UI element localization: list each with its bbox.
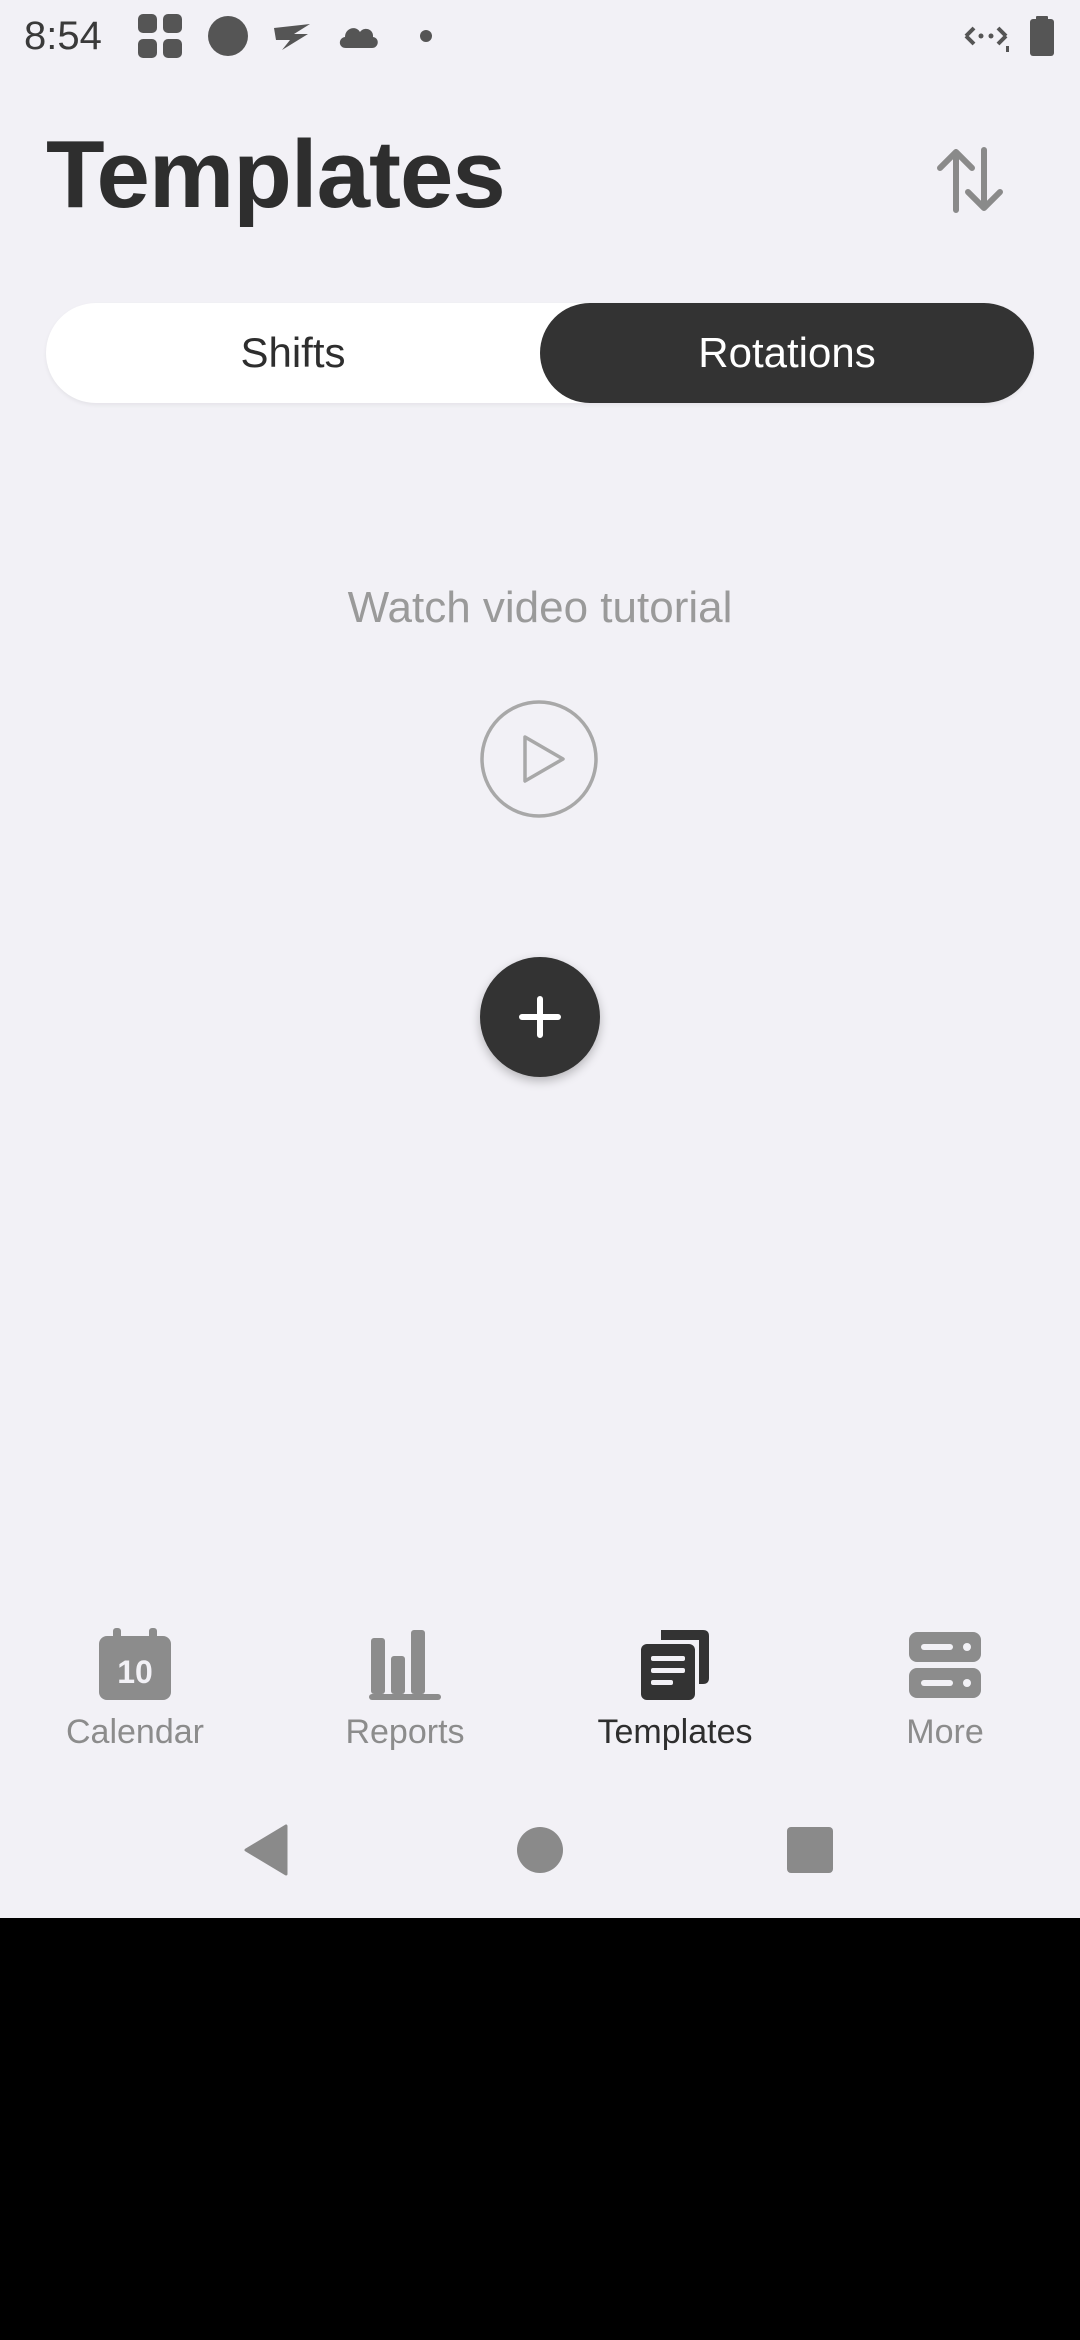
page-title: Templates	[46, 121, 506, 228]
cloud-icon	[339, 28, 378, 48]
nav-label-templates: Templates	[597, 1713, 753, 1751]
watch-tutorial-link[interactable]: Watch video tutorial	[0, 578, 1080, 638]
bottom-navigation: 10 Calendar Reports Templates More	[0, 1610, 1080, 1760]
sort-button[interactable]	[920, 130, 1020, 230]
shifts-rotations-toggle: Shifts Rotations	[46, 303, 1034, 403]
app-logo-icon	[274, 24, 310, 50]
plus-icon	[519, 996, 561, 1038]
status-time: 8:54	[24, 14, 102, 58]
calendar-icon-date: 10	[117, 1654, 153, 1690]
nav-item-reports[interactable]: Reports	[270, 1610, 540, 1760]
home-icon[interactable]	[510, 1820, 570, 1880]
battery-icon	[1030, 16, 1054, 56]
app-screen: 8:54 Templates Shifts Rotations Watch vi…	[0, 0, 1080, 1918]
status-bar: 8:54	[0, 0, 1080, 72]
system-navigation-bar	[0, 1800, 1080, 1900]
circle-icon	[208, 16, 248, 56]
notification-dot-icon	[420, 30, 432, 42]
play-icon[interactable]	[479, 699, 599, 819]
nav-item-templates[interactable]: Templates	[540, 1610, 810, 1760]
nav-label-more: More	[906, 1713, 984, 1751]
nav-label-reports: Reports	[345, 1713, 465, 1751]
app-grid-icon	[138, 14, 182, 58]
sort-up-down-icon	[937, 147, 1003, 213]
calendar-icon: 10	[99, 1628, 171, 1700]
data-transfer-icon	[964, 26, 1009, 52]
more-icon	[909, 1632, 981, 1698]
tab-rotations[interactable]: Rotations	[540, 303, 1034, 403]
nav-label-calendar: Calendar	[66, 1713, 204, 1751]
templates-icon	[641, 1630, 709, 1700]
back-icon[interactable]	[238, 1820, 298, 1880]
add-rotation-button[interactable]	[480, 957, 600, 1077]
tab-shifts[interactable]: Shifts	[46, 303, 540, 403]
nav-item-more[interactable]: More	[810, 1610, 1080, 1760]
recents-icon[interactable]	[780, 1820, 840, 1880]
bar-chart-icon	[369, 1630, 441, 1700]
nav-item-calendar[interactable]: 10 Calendar	[0, 1610, 270, 1760]
